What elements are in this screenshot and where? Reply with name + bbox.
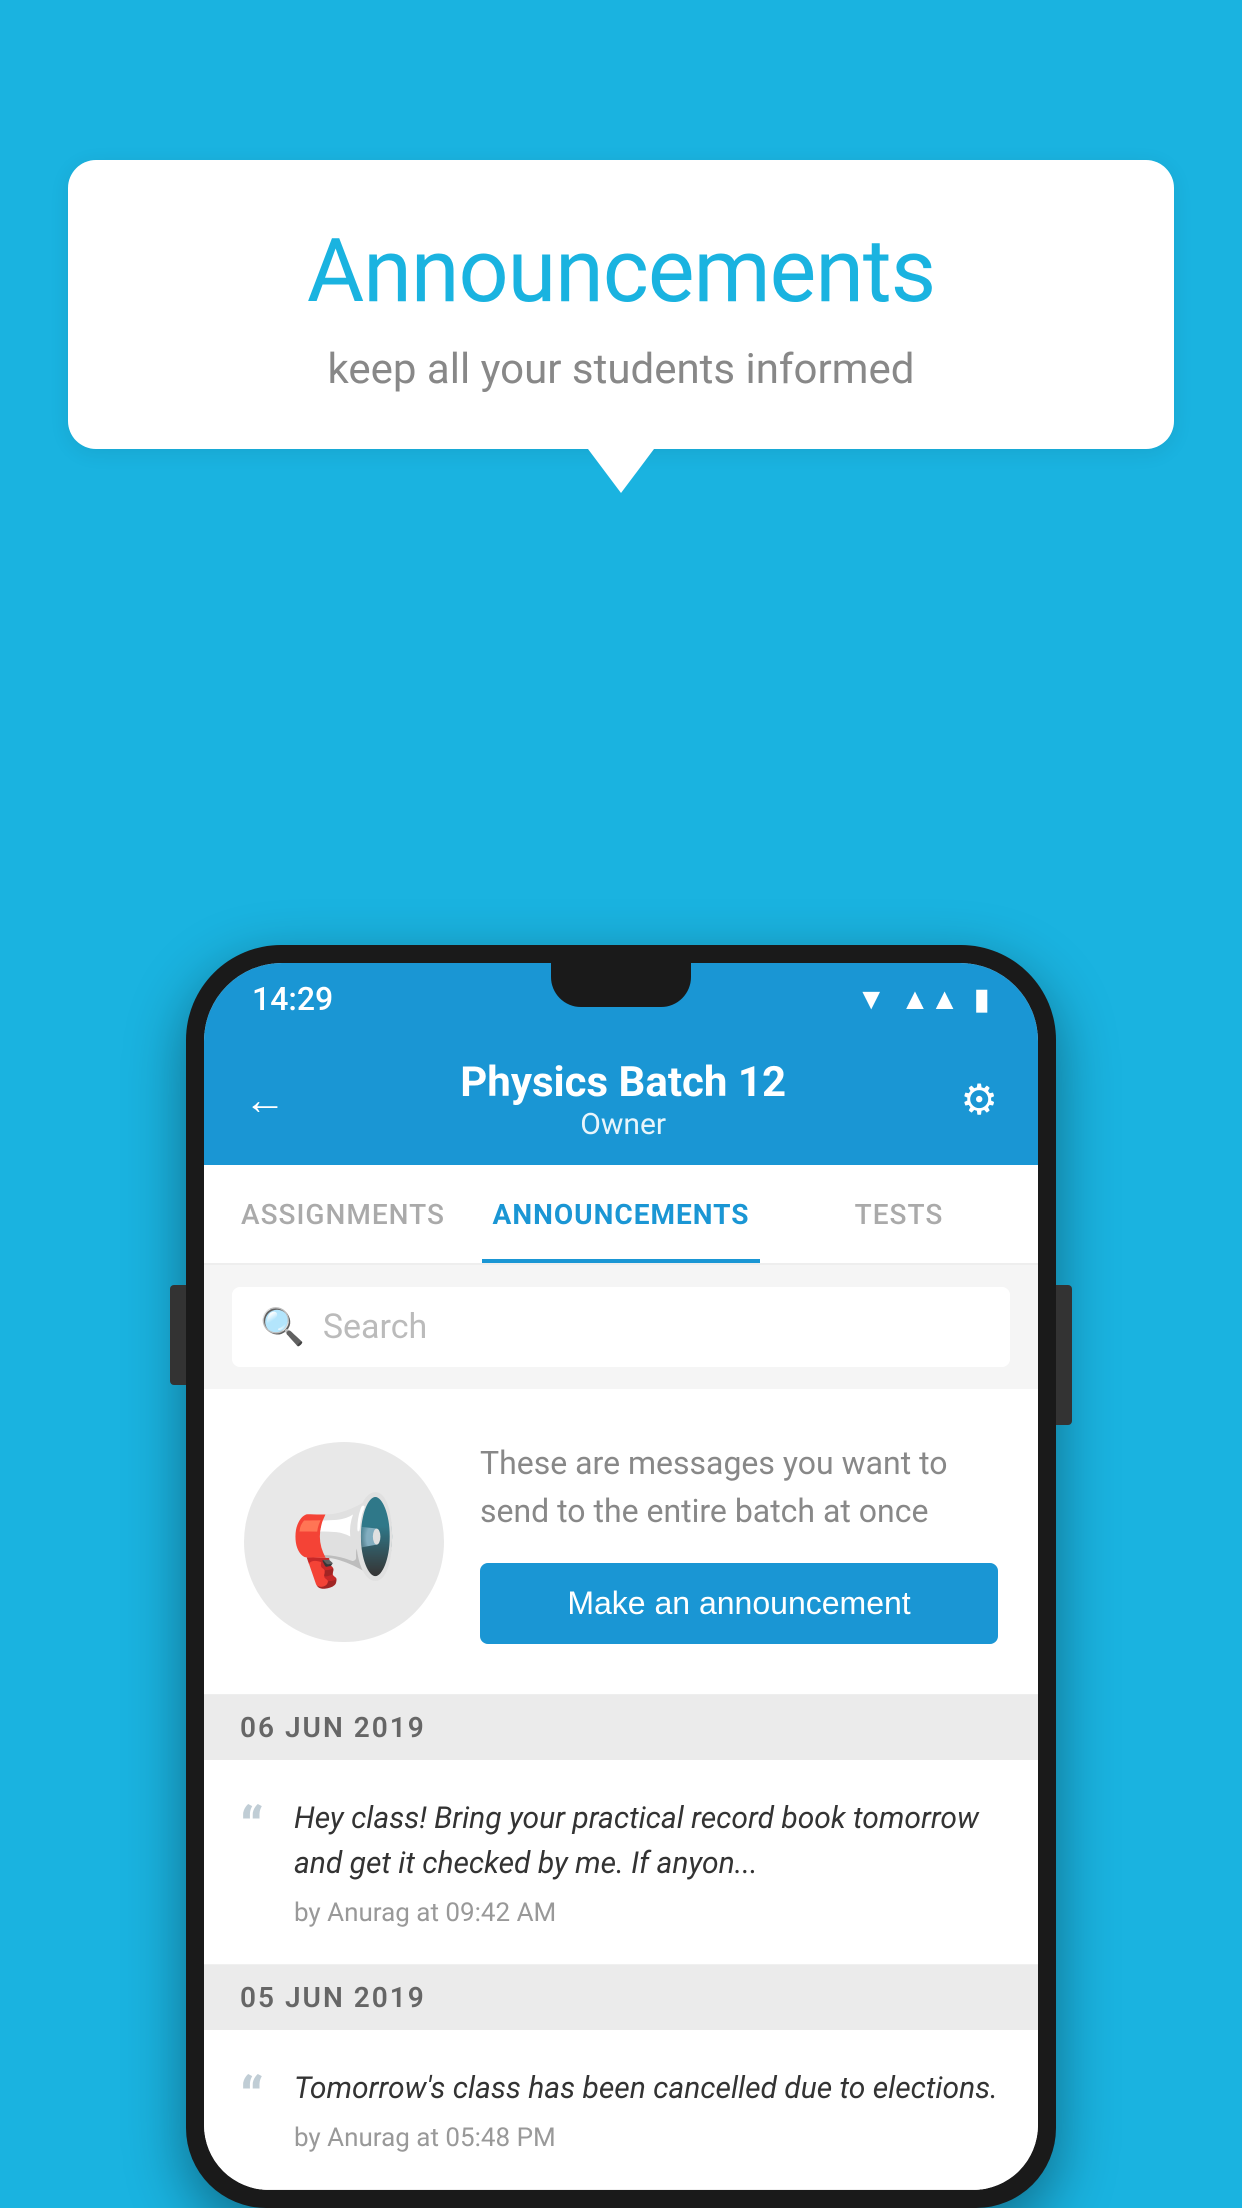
status-time: 14:29: [252, 980, 333, 1018]
tab-tests[interactable]: TESTS: [760, 1165, 1038, 1263]
settings-button[interactable]: ⚙: [960, 1075, 998, 1125]
phone-screen: 14:29 ▼ ▲▲ ▮ ← Physics Batch 12 Owner ⚙: [204, 963, 1038, 2190]
search-section: 🔍 Search: [204, 1265, 1038, 1389]
announcement-text-1: Hey class! Bring your practical record b…: [294, 1796, 1002, 1886]
speech-bubble-title: Announcements: [118, 220, 1124, 323]
speech-bubble-container: Announcements keep all your students inf…: [68, 160, 1174, 449]
empty-state: 📢 These are messages you want to send to…: [204, 1389, 1038, 1695]
tab-assignments[interactable]: ASSIGNMENTS: [204, 1165, 482, 1263]
megaphone-icon: 📢: [289, 1490, 399, 1593]
make-announcement-button[interactable]: Make an announcement: [480, 1563, 998, 1644]
search-bar[interactable]: 🔍 Search: [232, 1287, 1010, 1367]
wifi-icon: ▼: [856, 982, 886, 1017]
speech-bubble-subtitle: keep all your students informed: [118, 345, 1124, 394]
announcement-text-2: Tomorrow's class has been cancelled due …: [294, 2066, 1002, 2111]
phone-wrapper: 14:29 ▼ ▲▲ ▮ ← Physics Batch 12 Owner ⚙: [186, 945, 1056, 2208]
tab-announcements[interactable]: ANNOUNCEMENTS: [482, 1165, 760, 1263]
announcement-content-2: Tomorrow's class has been cancelled due …: [294, 2066, 1002, 2153]
search-placeholder-text: Search: [323, 1307, 427, 1347]
date-separator-2: 05 JUN 2019: [204, 1965, 1038, 2030]
empty-state-content: These are messages you want to send to t…: [480, 1439, 998, 1644]
announcement-meta-2: by Anurag at 05:48 PM: [294, 2123, 1002, 2153]
batch-role: Owner: [286, 1107, 960, 1142]
status-bar: 14:29 ▼ ▲▲ ▮: [204, 963, 1038, 1035]
announcement-content-1: Hey class! Bring your practical record b…: [294, 1796, 1002, 1928]
notch: [551, 963, 691, 1007]
announcement-icon-circle: 📢: [244, 1442, 444, 1642]
announcement-item-1[interactable]: “ Hey class! Bring your practical record…: [204, 1760, 1038, 1965]
quote-icon-1: “: [240, 1800, 264, 1856]
tabs-bar: ASSIGNMENTS ANNOUNCEMENTS TESTS: [204, 1165, 1038, 1265]
empty-state-description: These are messages you want to send to t…: [480, 1439, 998, 1535]
announcement-meta-1: by Anurag at 09:42 AM: [294, 1898, 1002, 1928]
status-icons: ▼ ▲▲ ▮: [856, 982, 990, 1017]
battery-icon: ▮: [973, 982, 990, 1017]
batch-title: Physics Batch 12: [286, 1058, 960, 1107]
signal-icon: ▲▲: [900, 982, 959, 1017]
date-separator-1: 06 JUN 2019: [204, 1695, 1038, 1760]
app-header: ← Physics Batch 12 Owner ⚙: [204, 1035, 1038, 1165]
speech-bubble: Announcements keep all your students inf…: [68, 160, 1174, 449]
header-title-wrap: Physics Batch 12 Owner: [286, 1058, 960, 1142]
quote-icon-2: “: [240, 2070, 264, 2126]
back-button[interactable]: ←: [244, 1076, 286, 1125]
announcement-item-2[interactable]: “ Tomorrow's class has been cancelled du…: [204, 2030, 1038, 2190]
search-icon: 🔍: [260, 1306, 305, 1348]
phone-device: 14:29 ▼ ▲▲ ▮ ← Physics Batch 12 Owner ⚙: [186, 945, 1056, 2208]
